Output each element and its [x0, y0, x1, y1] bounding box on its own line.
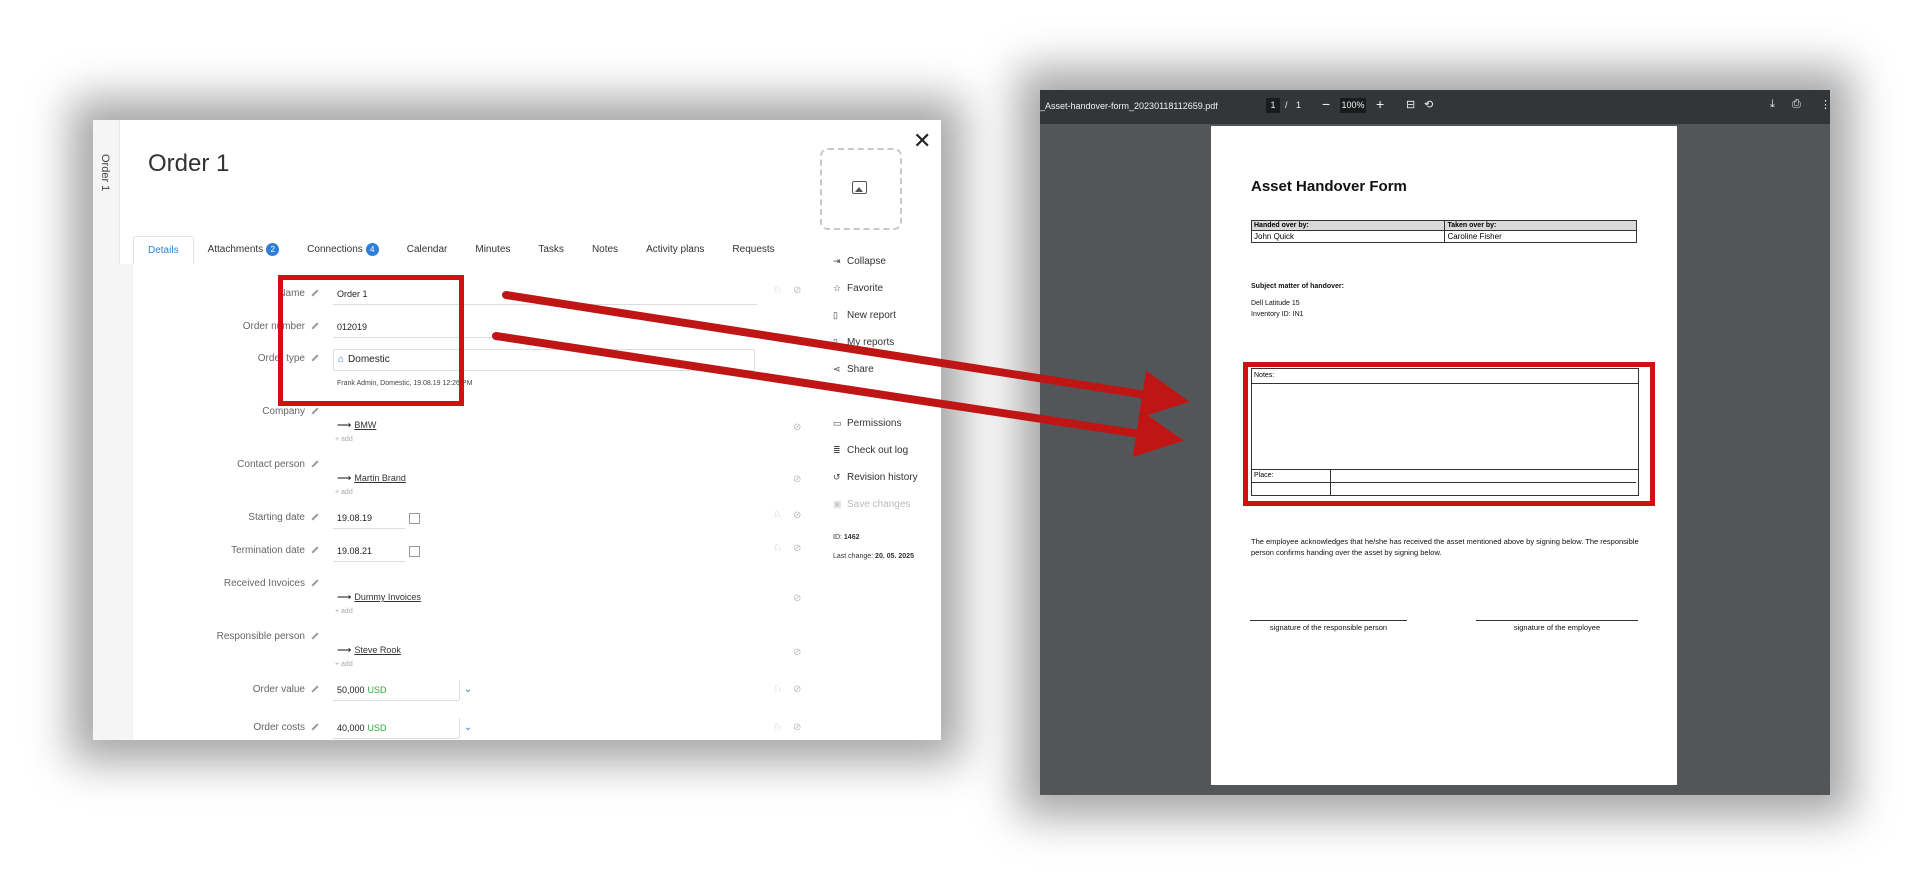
- annotation-arrows: [492, 291, 1190, 458]
- arrow-to-notes-2: [492, 332, 1184, 458]
- arrow-to-notes-1: [502, 291, 1190, 419]
